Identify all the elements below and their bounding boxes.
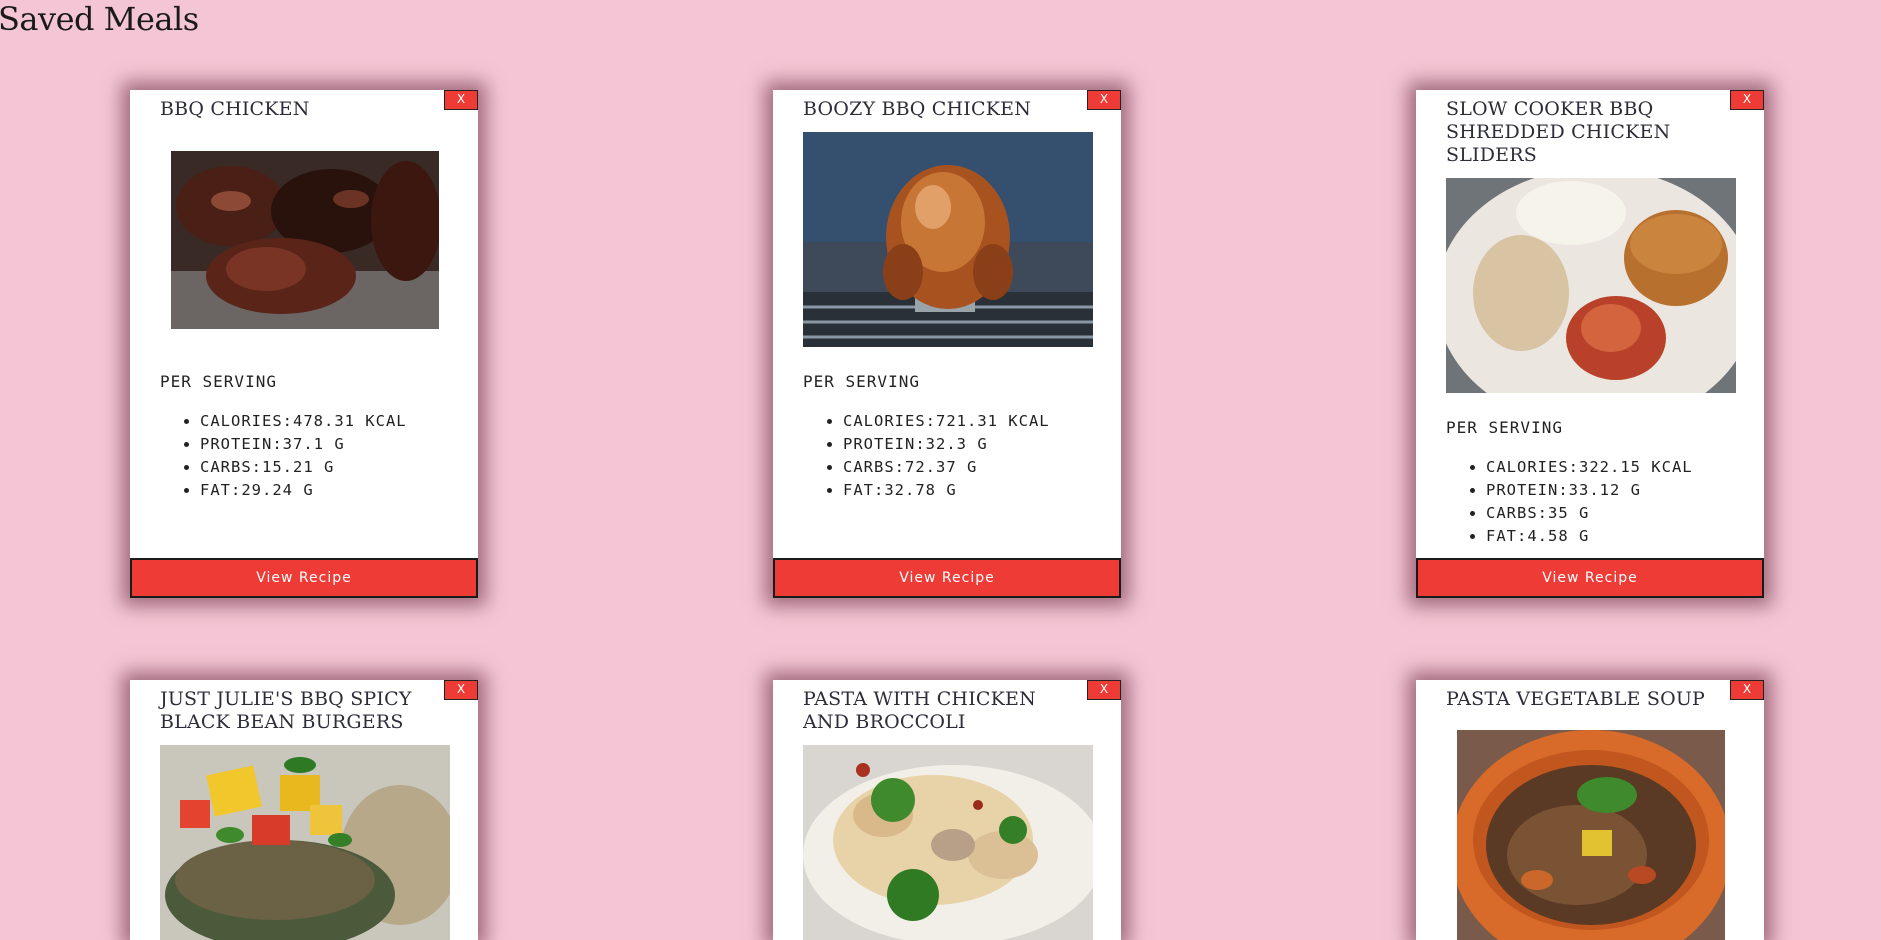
per-serving-label: PER SERVING — [803, 372, 920, 391]
nutrient-carbs: CARBS:35 G — [1486, 502, 1693, 525]
remove-meal-button[interactable]: X — [444, 90, 478, 110]
meal-title: BBQ CHICKEN — [160, 98, 310, 120]
nutrient-list: CALORIES:478.31 KCAL PROTEIN:37.1 G CARB… — [160, 410, 407, 502]
nutrient-list: CALORIES:721.31 KCAL PROTEIN:32.3 G CARB… — [803, 410, 1050, 502]
meal-card: X BOOZY BBQ CHICKEN PER SERVING CALORIES… — [773, 90, 1121, 598]
remove-meal-button[interactable]: X — [1730, 90, 1764, 110]
remove-meal-button[interactable]: X — [1087, 680, 1121, 700]
meal-title: PASTA VEGETABLE SOUP — [1446, 688, 1706, 710]
meal-image[interactable] — [803, 132, 1093, 347]
meal-image[interactable] — [803, 745, 1093, 940]
nutrient-carbs: CARBS:72.37 G — [843, 456, 1050, 479]
meal-image[interactable] — [171, 151, 439, 329]
view-recipe-button[interactable]: View Recipe — [773, 558, 1121, 598]
per-serving-label: PER SERVING — [1446, 418, 1563, 437]
nutrient-protein: PROTEIN:33.12 G — [1486, 479, 1693, 502]
nutrient-protein: PROTEIN:32.3 G — [843, 433, 1050, 456]
meal-card: X PASTA WITH CHICKEN AND BROCCOLI — [773, 680, 1121, 940]
meal-title: JUST JULIE'S BBQ SPICY BLACK BEAN BURGER… — [160, 688, 412, 733]
meal-card: X SLOW COOKER BBQ SHREDDED CHICKEN SLIDE… — [1416, 90, 1764, 598]
meal-image[interactable] — [160, 745, 450, 940]
nutrient-calories: CALORIES:721.31 KCAL — [843, 410, 1050, 433]
remove-meal-button[interactable]: X — [1087, 90, 1121, 110]
meal-image[interactable] — [1457, 730, 1725, 940]
nutrient-calories: CALORIES:322.15 KCAL — [1486, 456, 1693, 479]
remove-meal-button[interactable]: X — [444, 680, 478, 700]
nutrient-fat: FAT:29.24 G — [200, 479, 407, 502]
page-title: Saved Meals — [0, 0, 199, 38]
remove-meal-button[interactable]: X — [1730, 680, 1764, 700]
meal-card: X JUST JULIE'S BBQ SPICY BLACK BEAN BURG… — [130, 680, 478, 940]
per-serving-label: PER SERVING — [160, 372, 277, 391]
nutrient-list: CALORIES:322.15 KCAL PROTEIN:33.12 G CAR… — [1446, 456, 1693, 548]
meal-title: PASTA WITH CHICKEN AND BROCCOLI — [803, 688, 1036, 733]
nutrient-protein: PROTEIN:37.1 G — [200, 433, 407, 456]
meal-title: BOOZY BBQ CHICKEN — [803, 98, 1032, 120]
meal-card: X PASTA VEGETABLE SOUP — [1416, 680, 1764, 940]
meal-card: X BBQ CHICKEN PER SERVING CALORIES:478.3… — [130, 90, 478, 598]
nutrient-calories: CALORIES:478.31 KCAL — [200, 410, 407, 433]
view-recipe-button[interactable]: View Recipe — [130, 558, 478, 598]
nutrient-fat: FAT:4.58 G — [1486, 525, 1693, 548]
view-recipe-button[interactable]: View Recipe — [1416, 558, 1764, 598]
nutrient-carbs: CARBS:15.21 G — [200, 456, 407, 479]
nutrient-fat: FAT:32.78 G — [843, 479, 1050, 502]
meal-title: SLOW COOKER BBQ SHREDDED CHICKEN SLIDERS — [1446, 98, 1671, 166]
meal-image[interactable] — [1446, 178, 1736, 393]
